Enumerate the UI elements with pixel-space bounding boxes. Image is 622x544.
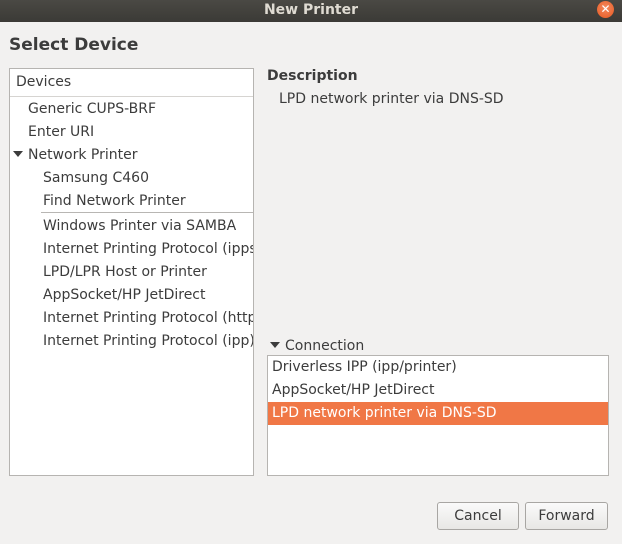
forward-button[interactable]: Forward: [525, 502, 608, 530]
connection-label: Connection: [285, 338, 365, 354]
device-generic-cups-brf[interactable]: Generic CUPS-BRF: [28, 98, 156, 120]
device-enter-uri[interactable]: Enter URI: [28, 121, 94, 143]
device-find-network-printer[interactable]: Find Network Printer: [43, 190, 186, 212]
device-https[interactable]: Internet Printing Protocol (https): [43, 307, 253, 329]
device-lpd-lpr-host[interactable]: LPD/LPR Host or Printer: [43, 261, 207, 283]
window-title: New Printer: [263, 2, 359, 18]
device-appsocket[interactable]: AppSocket/HP JetDirect: [43, 284, 206, 306]
description-label: Description: [267, 68, 358, 84]
close-icon[interactable]: ✕: [597, 1, 614, 18]
device-ipps[interactable]: Internet Printing Protocol (ipps): [43, 238, 253, 260]
expander-down-icon[interactable]: [270, 342, 280, 348]
device-windows-samba[interactable]: Windows Printer via SAMBA: [43, 215, 236, 237]
description-value: LPD network printer via DNS-SD: [279, 91, 504, 107]
devices-column-header[interactable]: Devices: [10, 69, 253, 97]
device-network-printer[interactable]: Network Printer: [13, 144, 137, 166]
connection-item-appsocket[interactable]: AppSocket/HP JetDirect: [268, 379, 608, 402]
device-ipp[interactable]: Internet Printing Protocol (ipp): [43, 330, 253, 352]
cancel-button[interactable]: Cancel: [437, 502, 519, 530]
tree-separator: [41, 212, 253, 213]
device-samsung-c460[interactable]: Samsung C460: [43, 167, 149, 189]
devices-tree[interactable]: Devices Generic CUPS-BRF Enter URI Netwo…: [9, 68, 254, 476]
connection-list[interactable]: Driverless IPP (ipp/printer) AppSocket/H…: [267, 355, 609, 476]
expander-down-icon[interactable]: [13, 151, 23, 157]
connection-expander[interactable]: Connection: [270, 338, 364, 354]
connection-item-lpd-dns-sd[interactable]: LPD network printer via DNS-SD: [268, 402, 608, 425]
connection-item-driverless-ipp[interactable]: Driverless IPP (ipp/printer): [268, 356, 608, 379]
page-title: Select Device: [9, 35, 139, 55]
window-titlebar: New Printer ✕: [0, 0, 622, 22]
